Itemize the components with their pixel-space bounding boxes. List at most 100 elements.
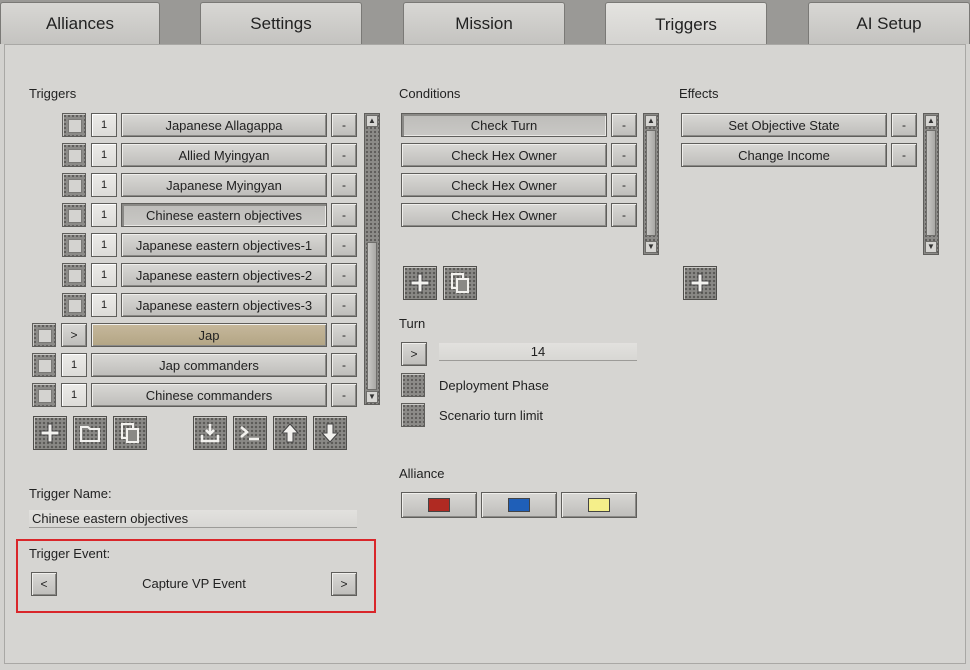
tab-triggers[interactable]: Triggers [605,2,767,46]
condition-item-selected[interactable]: Check Turn [401,113,607,137]
trigger-remove-button[interactable]: - [331,173,357,197]
trigger-item[interactable]: Japanese eastern objectives-2 [121,263,327,287]
copy-trigger-button[interactable] [113,416,147,450]
add-icon [690,273,710,293]
condition-item[interactable]: Check Hex Owner [401,143,607,167]
trigger-item[interactable]: Japanese Myingyan [121,173,327,197]
trigger-enabled-checkbox[interactable] [62,143,86,167]
effect-item[interactable]: Set Objective State [681,113,887,137]
trigger-remove-button[interactable]: - [331,143,357,167]
trigger-group-expand-button[interactable]: > [61,323,87,347]
deployment-phase-label: Deployment Phase [439,378,549,393]
move-down-icon [320,423,340,443]
effect-remove-button[interactable]: - [891,143,917,167]
alliance-heading: Alliance [399,466,445,481]
conditions-heading: Conditions [399,86,461,101]
conditions-scrollbar[interactable]: ▲ ▼ [643,113,659,255]
scroll-up-icon[interactable]: ▲ [925,115,937,127]
trigger-group-enabled-checkbox[interactable] [32,323,56,347]
trigger-item[interactable]: Japanese eastern objectives-3 [121,293,327,317]
tab-alliances[interactable]: Alliances [0,2,160,44]
trigger-event-next-button[interactable]: > [331,572,357,596]
deployment-phase-checkbox[interactable] [401,373,425,397]
turn-value-field[interactable]: 14 [439,343,637,361]
trigger-remove-button[interactable]: - [331,353,357,377]
trigger-item[interactable]: Allied Myingyan [121,143,327,167]
scroll-down-icon[interactable]: ▼ [925,241,937,253]
trigger-event-value: Capture VP Event [142,576,246,591]
scroll-up-icon[interactable]: ▲ [366,115,378,127]
alliance-blue-button[interactable] [481,492,557,518]
alliance-blue-swatch [508,498,530,512]
folder-icon [80,426,100,442]
alliance-red-button[interactable] [401,492,477,518]
trigger-enabled-checkbox[interactable] [32,353,56,377]
trigger-count: 1 [61,383,87,407]
trigger-group-item[interactable]: Jap [91,323,327,347]
import-trigger-button[interactable] [193,416,227,450]
trigger-enabled-checkbox[interactable] [62,233,86,257]
trigger-enabled-checkbox[interactable] [62,113,86,137]
condition-remove-button[interactable]: - [611,113,637,137]
trigger-remove-button[interactable]: - [331,323,357,347]
condition-item[interactable]: Check Hex Owner [401,203,607,227]
scroll-down-icon[interactable]: ▼ [645,241,657,253]
trigger-remove-button[interactable]: - [331,203,357,227]
trigger-item[interactable]: Chinese commanders [91,383,327,407]
trigger-item-selected[interactable]: Chinese eastern objectives [121,203,327,227]
trigger-item[interactable]: Japanese eastern objectives-1 [121,233,327,257]
trigger-enabled-checkbox[interactable] [62,173,86,197]
condition-item[interactable]: Check Hex Owner [401,173,607,197]
add-effect-button[interactable] [683,266,717,300]
trigger-event-label: Trigger Event: [29,546,111,561]
trigger-remove-button[interactable]: - [331,383,357,407]
copy-icon [451,273,469,293]
trigger-enabled-checkbox[interactable] [62,203,86,227]
add-folder-button[interactable] [73,416,107,450]
trigger-enabled-checkbox[interactable] [62,293,86,317]
trigger-name-label: Trigger Name: [29,486,112,501]
trigger-remove-button[interactable]: - [331,263,357,287]
trigger-remove-button[interactable]: - [331,113,357,137]
effects-scrollbar[interactable]: ▲ ▼ [923,113,939,255]
condition-remove-button[interactable]: - [611,143,637,167]
trigger-item[interactable]: Jap commanders [91,353,327,377]
trigger-remove-button[interactable]: - [331,293,357,317]
scroll-thumb[interactable] [926,130,936,236]
scenario-turn-limit-label: Scenario turn limit [439,408,544,423]
condition-remove-button[interactable]: - [611,173,637,197]
trigger-name-field[interactable]: Chinese eastern objectives [29,510,357,528]
scenario-turn-limit-checkbox[interactable] [401,403,425,427]
trigger-item[interactable]: Japanese Allagappa [121,113,327,137]
turn-operator-button[interactable]: > [401,342,427,366]
trigger-enabled-checkbox[interactable] [62,263,86,287]
move-up-button[interactable] [273,416,307,450]
add-icon [410,273,430,293]
add-icon [40,423,60,443]
trigger-count: 1 [61,353,87,377]
scroll-up-icon[interactable]: ▲ [645,115,657,127]
trigger-remove-button[interactable]: - [331,233,357,257]
effect-remove-button[interactable]: - [891,113,917,137]
tab-settings[interactable]: Settings [200,2,362,44]
tab-mission[interactable]: Mission [403,2,565,44]
scroll-thumb[interactable] [367,242,377,390]
add-trigger-button[interactable] [33,416,67,450]
copy-condition-button[interactable] [443,266,477,300]
trigger-enabled-checkbox[interactable] [32,383,56,407]
effect-item[interactable]: Change Income [681,143,887,167]
move-down-button[interactable] [313,416,347,450]
triggers-heading: Triggers [29,86,77,101]
add-condition-button[interactable] [403,266,437,300]
scroll-down-icon[interactable]: ▼ [366,391,378,403]
trigger-list-scrollbar[interactable]: ▲ ▼ [364,113,380,405]
alliance-yellow-button[interactable] [561,492,637,518]
tab-ai-setup[interactable]: AI Setup [808,2,970,44]
trigger-count: 1 [91,143,117,167]
trigger-count: 1 [91,173,117,197]
trigger-event-prev-button[interactable]: < [31,572,57,596]
trigger-count: 1 [91,233,117,257]
console-button[interactable] [233,416,267,450]
condition-remove-button[interactable]: - [611,203,637,227]
scroll-thumb[interactable] [646,130,656,236]
